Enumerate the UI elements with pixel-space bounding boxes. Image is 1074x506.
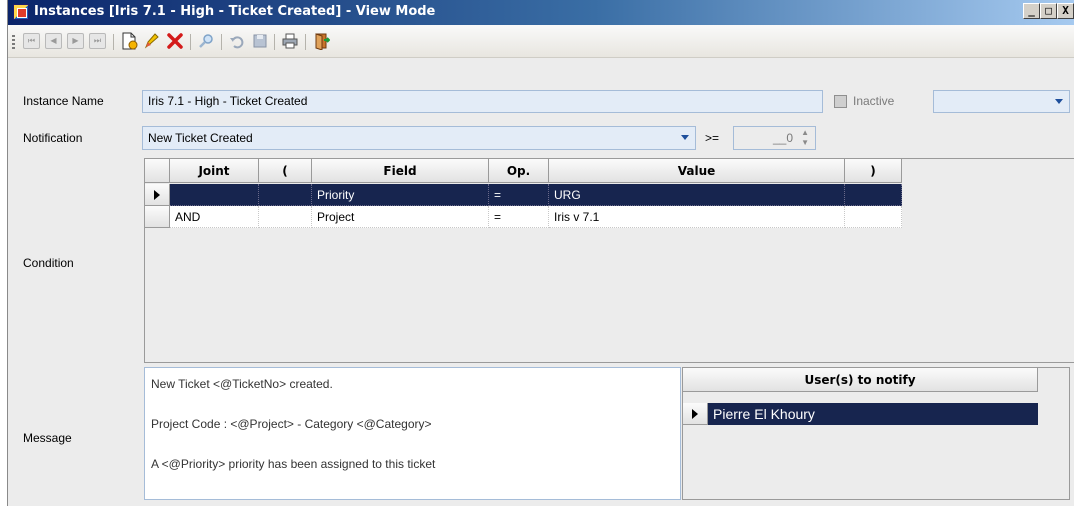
delete-x-icon[interactable] (166, 32, 184, 50)
toolbar-separator (305, 34, 306, 50)
condition-grid: Joint ( Field Op. Value ) Priority = URG… (144, 158, 1074, 363)
table-row[interactable]: AND Project = Iris v 7.1 (145, 206, 902, 228)
column-header-close-paren[interactable]: ) (845, 159, 902, 183)
instance-name-input[interactable]: Iris 7.1 - High - Ticket Created (142, 90, 823, 113)
app-icon (13, 4, 29, 20)
message-textarea[interactable]: New Ticket <@TicketNo> created. Project … (144, 367, 681, 500)
instances-window: Instances [Iris 7.1 - High - Ticket Crea… (7, 0, 1074, 506)
column-header-open-paren[interactable]: ( (259, 159, 312, 183)
row-selector[interactable] (145, 184, 170, 206)
first-record-button[interactable]: ⏮ (23, 33, 40, 49)
instance-name-label: Instance Name (23, 94, 104, 108)
maximize-button[interactable]: □ (1040, 3, 1057, 19)
toolbar-separator (113, 34, 114, 50)
table-row[interactable]: Priority = URG (145, 184, 902, 206)
toolbar-separator (274, 34, 275, 50)
exit-door-icon[interactable] (312, 32, 331, 51)
minimize-button[interactable]: _ (1023, 3, 1040, 19)
cell-joint[interactable] (170, 184, 259, 206)
inactive-label: Inactive (853, 94, 895, 108)
users-to-notify-grid: User(s) to notify Pierre El Khoury (682, 367, 1070, 500)
inactive-combo[interactable] (933, 90, 1070, 113)
cell-field[interactable]: Priority (312, 184, 489, 206)
toolbar-grip-icon[interactable] (12, 35, 15, 49)
new-document-icon[interactable] (120, 32, 138, 50)
cell-field[interactable]: Project (312, 206, 489, 228)
previous-record-button[interactable]: ◀ (45, 33, 62, 49)
toolbar-separator (190, 34, 191, 50)
search-icon[interactable] (197, 32, 215, 50)
print-icon[interactable] (281, 32, 299, 50)
condition-label: Condition (23, 256, 74, 270)
column-header-op[interactable]: Op. (489, 159, 549, 183)
edit-pencil-icon[interactable] (143, 32, 161, 50)
cell-joint[interactable]: AND (170, 206, 259, 228)
current-row-arrow-icon (154, 190, 160, 200)
title-bar[interactable]: Instances [Iris 7.1 - High - Ticket Crea… (8, 0, 1074, 25)
cell-op[interactable]: = (489, 184, 549, 206)
column-header-value[interactable]: Value (549, 159, 845, 183)
close-button[interactable]: X (1057, 3, 1074, 19)
undo-icon[interactable] (228, 32, 246, 50)
cell-close-paren[interactable] (845, 206, 902, 228)
last-record-button[interactable]: ⏭ (89, 33, 106, 49)
row-selector[interactable] (683, 403, 708, 425)
cell-value[interactable]: URG (549, 184, 845, 206)
inactive-checkbox[interactable] (834, 95, 847, 108)
notification-select[interactable]: New Ticket Created (142, 126, 696, 150)
save-icon[interactable] (251, 32, 269, 50)
cell-value[interactable]: Iris v 7.1 (549, 206, 845, 228)
chevron-down-icon[interactable] (1055, 99, 1063, 104)
threshold-spinner[interactable]: __0 ▲ ▼ (733, 126, 816, 150)
cell-close-paren[interactable] (845, 184, 902, 206)
column-header-field[interactable]: Field (312, 159, 489, 183)
row-selector[interactable] (145, 206, 170, 228)
message-label: Message (23, 431, 72, 445)
chevron-down-icon[interactable] (681, 135, 689, 140)
toolbar-separator (221, 34, 222, 50)
message-line: Project Code : <@Project> - Category <@C… (151, 417, 432, 431)
cell-open-paren[interactable] (259, 206, 312, 228)
column-header-joint[interactable]: Joint (170, 159, 259, 183)
background-edge (0, 0, 7, 506)
spinner-arrows-icon[interactable]: ▲ ▼ (801, 128, 809, 148)
cell-open-paren[interactable] (259, 184, 312, 206)
notification-label: Notification (23, 131, 83, 145)
notification-select-value: New Ticket Created (148, 131, 253, 145)
column-header-users[interactable]: User(s) to notify (683, 368, 1038, 392)
next-record-button[interactable]: ▶ (67, 33, 84, 49)
user-name[interactable]: Pierre El Khoury (713, 403, 815, 425)
current-row-arrow-icon (692, 409, 698, 419)
threshold-value: __0 (772, 131, 793, 145)
cell-op[interactable]: = (489, 206, 549, 228)
message-line: New Ticket <@TicketNo> created. (151, 377, 333, 391)
grid-corner-header (145, 159, 170, 183)
operator-label: >= (705, 131, 720, 145)
message-line: A <@Priority> priority has been assigned… (151, 457, 436, 471)
toolbar: ⏮ ◀ ▶ ⏭ (8, 25, 1074, 58)
window-title: Instances [Iris 7.1 - High - Ticket Crea… (34, 4, 436, 19)
list-item[interactable]: Pierre El Khoury (683, 403, 1038, 425)
